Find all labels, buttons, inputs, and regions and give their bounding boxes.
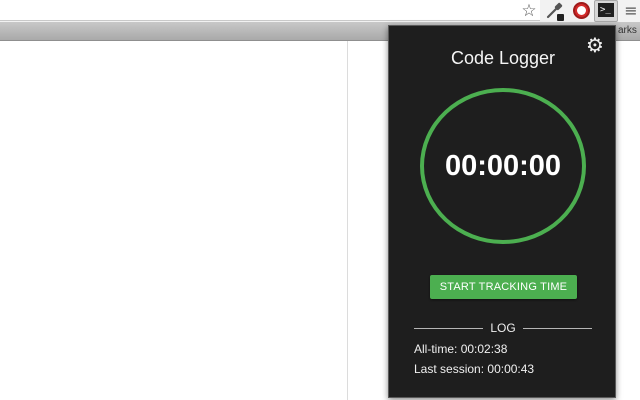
other-bookmarks-label[interactable]: arks (618, 25, 637, 36)
last-session-row: Last session: 00:00:43 (414, 362, 534, 376)
browser-toolbar: ☆ >_ ≡ (0, 0, 640, 22)
popup-title: Code Logger (450, 48, 556, 68)
all-time-value: 00:02:38 (460, 342, 508, 356)
address-bar[interactable] (0, 0, 540, 21)
terminal-icon: >_ (598, 3, 614, 17)
terminal-extension-icon[interactable]: >_ (594, 0, 618, 22)
code-logger-popup: ⚙ Code Logger 00:00:00 START TRACKING TI… (388, 25, 616, 398)
hamburger-menu-icon[interactable]: ≡ (622, 1, 640, 21)
all-time-row: All-time: 00:02:38 (414, 342, 507, 356)
log-heading: LOG (414, 320, 592, 336)
last-session-value: 00:00:43 (487, 362, 535, 376)
timer-display: 00:00:00 (444, 150, 562, 182)
last-session-label: Last session: (414, 362, 485, 376)
star-icon[interactable]: ☆ (519, 1, 539, 21)
all-time-label: All-time: (414, 342, 458, 356)
record-extension-icon[interactable] (570, 0, 592, 22)
record-dot (577, 6, 586, 15)
page-divider (347, 41, 348, 400)
log-divider-right (523, 328, 592, 329)
eyedropper-extension-icon[interactable] (543, 0, 565, 22)
start-tracking-button[interactable]: START TRACKING TIME (430, 275, 577, 299)
extension-badge (557, 14, 564, 21)
